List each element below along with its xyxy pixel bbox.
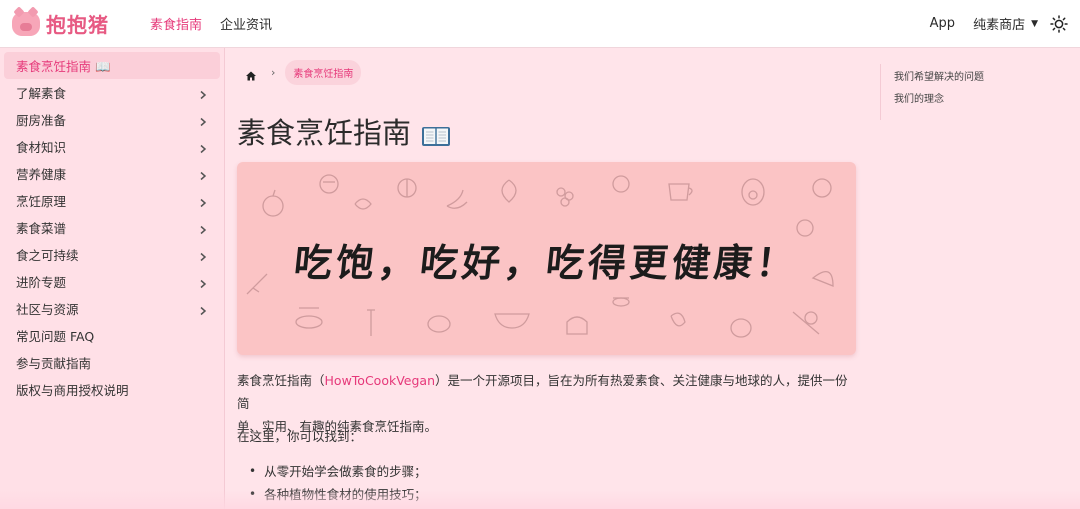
sidebar-item-label: 素食菜谱 (16, 221, 67, 236)
sidebar-item-label: 素食烹饪指南 📖 (16, 59, 111, 74)
sidebar-item-label: 营养健康 (16, 167, 67, 182)
sidebar-item-label: 社区与资源 (16, 302, 79, 317)
sidebar-item-label: 烹饪原理 (16, 194, 67, 209)
main-nav: 素食指南 企业资讯 (150, 14, 290, 33)
chevron-right-icon[interactable] (198, 169, 208, 180)
main-content: › 素食烹饪指南 素食烹饪指南 吃饱，吃好，吃得更健康！ 素食烹饪指南（HowT… (237, 48, 857, 509)
nav-vegan-guide[interactable]: 素食指南 (150, 14, 202, 33)
chevron-right-icon[interactable] (198, 304, 208, 315)
intro-text-prefix: 素食烹饪指南（ (237, 373, 325, 388)
sidebar-item[interactable]: 参与贡献指南 (4, 349, 220, 376)
page-title: 素食烹饪指南 (237, 110, 451, 152)
pig-logo-icon (12, 11, 40, 36)
toc-item[interactable]: 我们希望解决的问题 (894, 64, 1060, 86)
chevron-right-icon[interactable] (198, 196, 208, 207)
nav-app-link[interactable]: App (930, 16, 955, 31)
sidebar-item-label: 食之可持续 (16, 248, 79, 263)
sidebar-item-label: 版权与商用授权说明 (16, 383, 129, 398)
brand-link[interactable]: 抱抱猪 (12, 9, 132, 38)
sidebar-item-label: 厨房准备 (16, 113, 67, 128)
chevron-right-icon[interactable] (198, 250, 208, 261)
sidebar-item[interactable]: 厨房准备 (4, 106, 220, 133)
toc-item[interactable]: 我们的理念 (894, 86, 1060, 108)
sidebar-item[interactable]: 社区与资源 (4, 295, 220, 322)
breadcrumb-separator: › (271, 66, 276, 79)
sidebar-item-label: 进阶专题 (16, 275, 67, 290)
here-you-can-find: 在这里，你可以找到： (237, 429, 363, 444)
sidebar-item[interactable]: 食材知识 (4, 133, 220, 160)
sidebar: 素食烹饪指南 📖 了解素食厨房准备食材知识营养健康烹饪原理素食菜谱食之可持续进阶专… (0, 48, 225, 509)
chevron-right-icon[interactable] (198, 88, 208, 99)
sidebar-item[interactable]: 烹饪原理 (4, 187, 220, 214)
open-book-icon (421, 120, 451, 146)
howtocookvegan-link[interactable]: HowToCookVegan (325, 373, 435, 388)
chevron-right-icon[interactable] (198, 115, 208, 126)
sidebar-item[interactable]: 营养健康 (4, 160, 220, 187)
nav-company-news[interactable]: 企业资讯 (220, 14, 272, 33)
sidebar-item[interactable]: 食之可持续 (4, 241, 220, 268)
table-of-contents: 我们希望解决的问题 我们的理念 (880, 64, 1060, 120)
bottom-fade (0, 490, 1080, 509)
sidebar-item-label: 常见问题 FAQ (16, 329, 95, 344)
hero-banner: 吃饱，吃好，吃得更健康！ (237, 162, 856, 355)
list-item: 从零开始学会做素食的步骤； (249, 459, 427, 482)
sidebar-item[interactable]: 进阶专题 (4, 268, 220, 295)
caret-down-icon[interactable]: ▼ (1031, 19, 1038, 29)
sidebar-item-label: 食材知识 (16, 140, 67, 155)
sidebar-item[interactable]: 了解素食 (4, 79, 220, 106)
breadcrumb: › 素食烹饪指南 (245, 60, 362, 85)
nav-shop-dropdown[interactable]: 纯素商店 (973, 14, 1025, 33)
sidebar-item[interactable]: 版权与商用授权说明 (4, 376, 220, 403)
sidebar-item[interactable]: 素食菜谱 (4, 214, 220, 241)
sidebar-item[interactable]: 素食烹饪指南 📖 (4, 52, 220, 79)
brand-name: 抱抱猪 (46, 13, 109, 37)
breadcrumb-current[interactable]: 素食烹饪指南 (285, 60, 362, 85)
theme-toggle-sun-icon[interactable] (1050, 14, 1068, 33)
sidebar-item-label: 了解素食 (16, 86, 67, 101)
page-title-text: 素食烹饪指南 (237, 116, 412, 150)
sidebar-item-label: 参与贡献指南 (16, 356, 92, 371)
home-icon[interactable] (245, 67, 257, 80)
banner-slogan: 吃饱，吃好，吃得更健康！ (291, 240, 801, 285)
chevron-right-icon[interactable] (198, 142, 208, 153)
sidebar-item[interactable]: 常见问题 FAQ (4, 322, 220, 349)
chevron-right-icon[interactable] (198, 277, 208, 288)
top-navbar: 抱抱猪 素食指南 企业资讯 App 纯素商店 ▼ (0, 0, 1080, 48)
chevron-right-icon[interactable] (198, 223, 208, 234)
